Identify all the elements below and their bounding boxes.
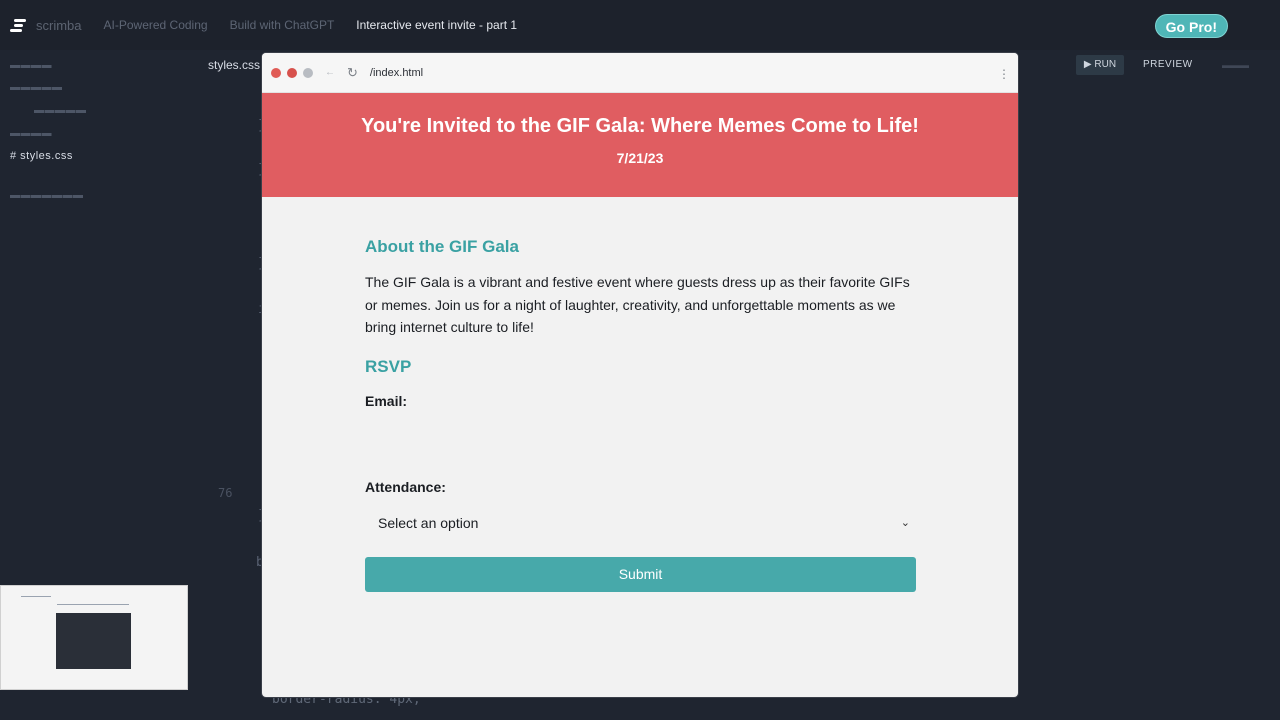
editor-tab-styles-css[interactable]: styles.css: [208, 58, 260, 72]
about-heading: About the GIF Gala: [365, 237, 519, 256]
email-field[interactable]: [365, 416, 916, 457]
breadcrumb-course[interactable]: AI-Powered Coding: [104, 18, 208, 32]
thumb-line: [21, 596, 51, 597]
sidebar-item-styles-css[interactable]: # styles.css: [10, 150, 73, 162]
sidebar-faded-item: ▬▬▬▬: [10, 60, 52, 71]
sidebar-faded-item: ▬▬▬▬▬▬▬: [10, 190, 84, 201]
logo-text: scrimba: [36, 17, 82, 33]
maximize-dot-icon[interactable]: [303, 67, 313, 78]
browser-toolbar: ← ↻ /index.html ⋮: [262, 53, 1018, 93]
breadcrumb-lesson: Interactive event invite - part 1: [356, 18, 518, 32]
attendance-selected-value: Select an option: [378, 514, 479, 531]
page-content: About the GIF Gala The GIF Gala is a vib…: [365, 237, 916, 592]
email-label: Email:: [365, 392, 408, 409]
event-header: You're Invited to the GIF Gala: Where Me…: [262, 93, 1018, 197]
attendance-select[interactable]: Select an option ⌄: [365, 505, 916, 541]
submit-button[interactable]: Submit: [365, 556, 916, 592]
logo-icon: [10, 16, 28, 34]
file-sidebar: ▬▬▬▬ ▬▬▬▬▬ ▬▬▬▬▬ ▬▬▬▬ # styles.css ▬▬▬▬▬…: [0, 50, 200, 590]
run-button[interactable]: ▶ RUN: [1076, 55, 1124, 75]
go-pro-button[interactable]: Go Pro!: [1154, 14, 1228, 38]
close-dot-icon[interactable]: [271, 67, 281, 78]
video-thumbnail[interactable]: [0, 585, 188, 690]
event-title: You're Invited to the GIF Gala: Where Me…: [361, 115, 919, 137]
chevron-down-icon: ⌄: [900, 516, 910, 529]
event-date: 7/21/23: [616, 150, 664, 166]
rsvp-heading: RSVP: [365, 356, 412, 376]
thumb-line: [57, 604, 129, 605]
minimize-dot-icon[interactable]: [287, 67, 297, 78]
thumb-preview: [56, 613, 131, 669]
attendance-label: Attendance:: [365, 478, 446, 495]
about-text: The GIF Gala is a vibrant and festive ev…: [365, 274, 910, 335]
reload-icon[interactable]: ↻: [347, 65, 358, 81]
faded-toolbar-item: ▬▬▬: [1222, 60, 1249, 70]
kebab-menu-icon[interactable]: ⋮: [998, 67, 1010, 81]
back-arrow-icon[interactable]: ←: [325, 67, 335, 78]
line-number: 76: [218, 486, 233, 500]
breadcrumb-module[interactable]: Build with ChatGPT: [230, 18, 335, 32]
preview-tab[interactable]: PREVIEW: [1143, 59, 1193, 70]
sidebar-faded-item: ▬▬▬▬▬: [10, 82, 63, 93]
preview-window: ← ↻ /index.html ⋮ You're Invited to the …: [262, 53, 1018, 697]
top-bar: scrimba AI-Powered Coding Build with Cha…: [0, 0, 1280, 50]
url-bar[interactable]: /index.html: [370, 67, 423, 79]
sidebar-faded-item: ▬▬▬▬: [10, 128, 52, 139]
sidebar-faded-item: ▬▬▬▬▬: [34, 105, 87, 116]
scrimba-logo[interactable]: scrimba: [10, 16, 82, 34]
